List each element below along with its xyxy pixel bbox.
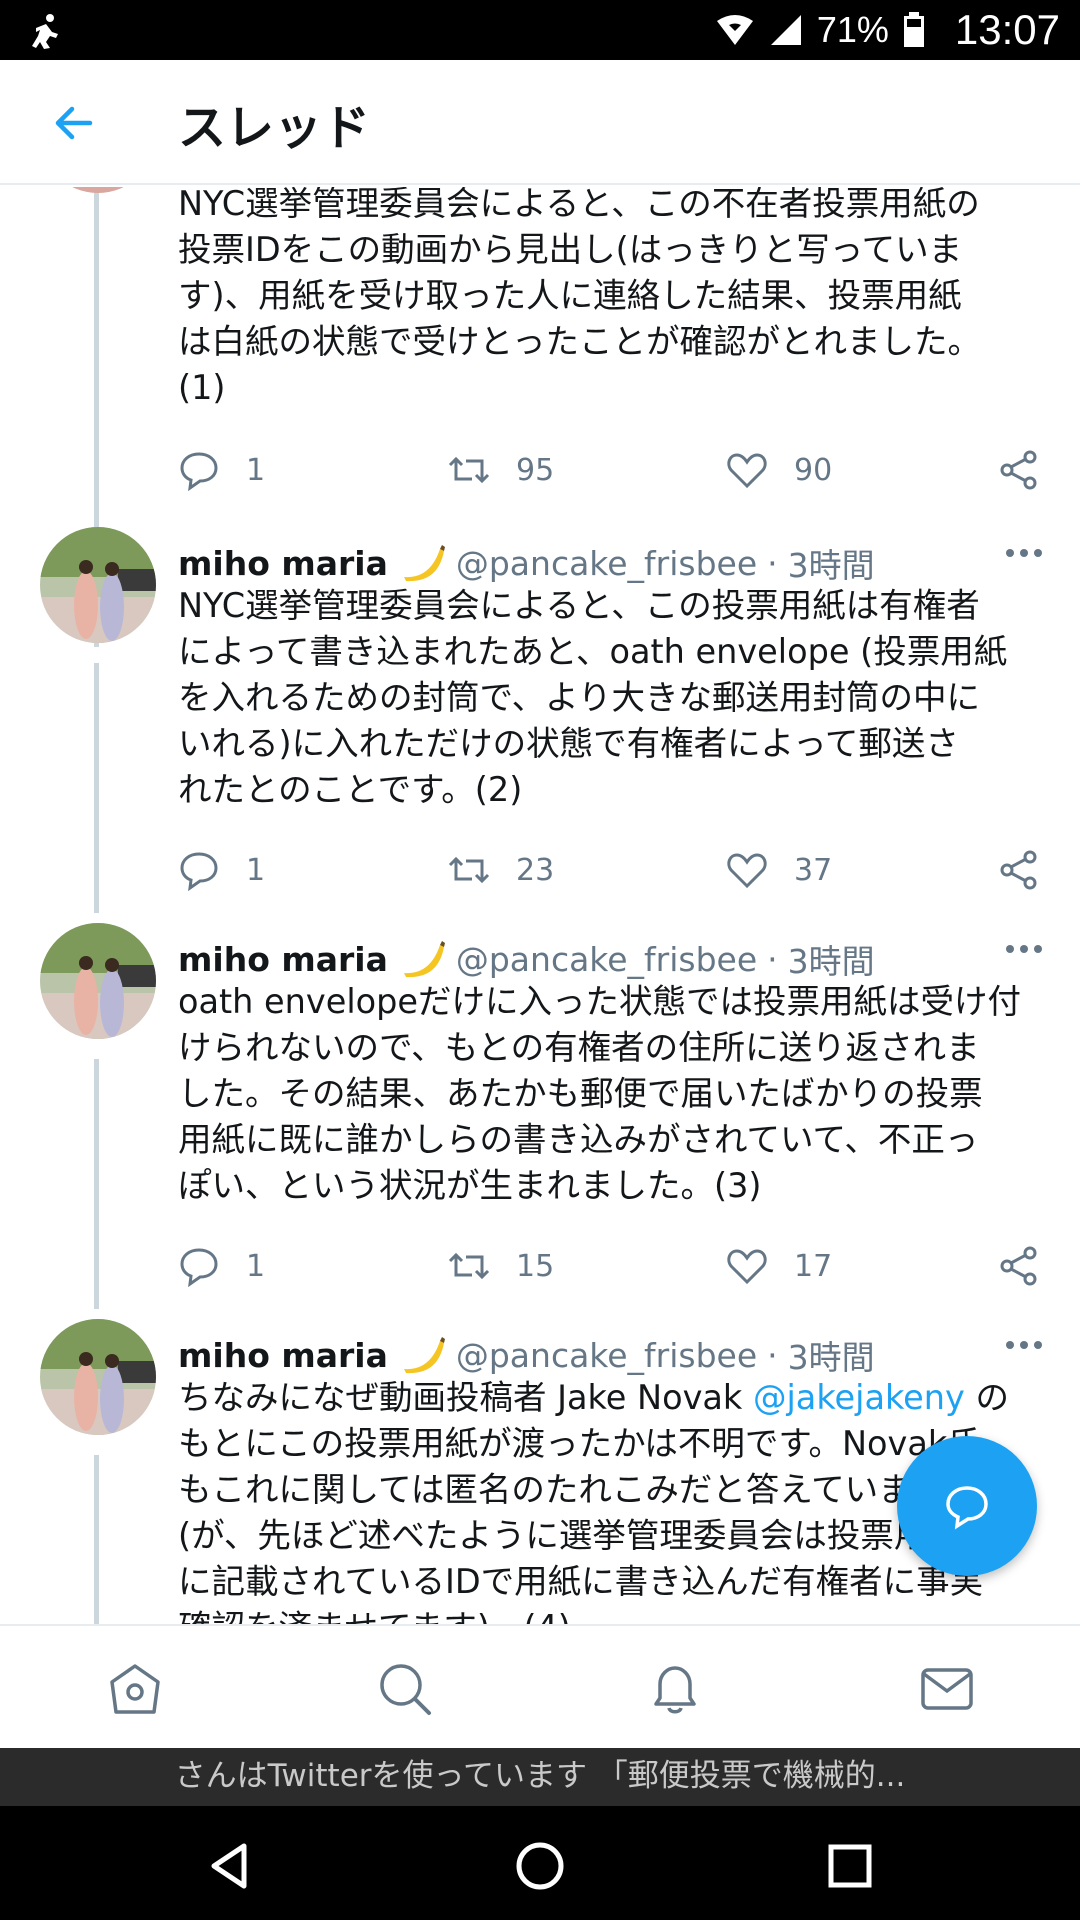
clock: 13:07 [954, 6, 1060, 53]
app-banner[interactable]: さんはTwitterを使っています 「郵便投票で機械的... [0, 1748, 1080, 1806]
avatar[interactable] [40, 1319, 156, 1435]
thread-line [94, 1059, 99, 1309]
status-indicators: 71% 13:07 [715, 0, 1060, 60]
like-button[interactable]: 90 [726, 445, 832, 495]
like-count: 17 [794, 1248, 833, 1284]
tweet-text: NYC選挙管理委員会によると、この投票用紙は有権者 によって書き込まれたあと、o… [178, 586, 1008, 809]
battery-percent: 71% [816, 9, 889, 50]
tweet-actions: 1 95 90 [178, 445, 1048, 495]
notifications-icon[interactable] [646, 1660, 704, 1718]
like-count: 37 [794, 852, 833, 888]
system-navigation [0, 1806, 1080, 1920]
banana-emoji-icon [403, 941, 445, 978]
home-circle-icon[interactable] [510, 1836, 570, 1896]
notification-icon [32, 14, 58, 49]
tweet-timestamp[interactable]: 3時間 [788, 1331, 875, 1379]
share-button[interactable] [998, 1241, 1066, 1291]
tweet-header: miho maria @pancake_frisbee · 3時間 [178, 1331, 875, 1379]
messages-icon[interactable] [918, 1660, 976, 1718]
more-options-icon[interactable] [1004, 547, 1044, 559]
retweet-icon [448, 856, 490, 884]
retweet-count: 95 [516, 452, 555, 488]
display-name[interactable]: miho maria [178, 1336, 388, 1375]
reply-icon [180, 852, 218, 891]
share-icon [1000, 850, 1037, 890]
retweet-count: 23 [516, 852, 555, 888]
tweet-timestamp[interactable]: 3時間 [788, 539, 875, 587]
back-triangle-icon[interactable] [200, 1836, 260, 1896]
tweet[interactable]: miho maria @pancake_frisbee · 3時間 oath e… [0, 923, 1080, 1319]
tweet-text: NYC選挙管理委員会によると、この不在者投票用紙の 投票IDをこの動画から見出し… [178, 187, 981, 407]
tweet-text: oath envelopeだけに入った状態では投票用紙は受け付 けられないので、… [178, 982, 1021, 1205]
share-button[interactable] [998, 445, 1066, 495]
tweet-timestamp[interactable]: 3時間 [788, 935, 875, 983]
avatar[interactable] [40, 187, 156, 193]
retweet-button[interactable]: 95 [448, 445, 554, 495]
heart-icon [727, 453, 767, 489]
like-count: 90 [794, 452, 833, 488]
reply-count: 1 [246, 452, 266, 488]
heart-icon [727, 853, 767, 889]
signal-icon [770, 15, 801, 45]
tweet-actions: 1 23 37 [178, 845, 1048, 895]
home-icon[interactable] [106, 1660, 164, 1718]
bottom-navigation [0, 1624, 1080, 1748]
tweet-actions: 1 15 17 [178, 1241, 1048, 1291]
like-button[interactable]: 17 [726, 1241, 832, 1291]
battery-icon [903, 12, 924, 47]
compose-reply-icon [946, 1486, 988, 1530]
avatar[interactable] [40, 923, 156, 1039]
compose-reply-button[interactable] [897, 1436, 1037, 1576]
thread-timeline[interactable]: NYC選挙管理委員会によると、この不在者投票用紙の 投票IDをこの動画から見出し… [0, 187, 1080, 1624]
search-icon[interactable] [376, 1660, 434, 1718]
more-options-icon[interactable] [1004, 943, 1044, 955]
retweet-button[interactable]: 23 [448, 845, 554, 895]
reply-button[interactable]: 1 [178, 845, 265, 895]
share-icon [1000, 1246, 1037, 1286]
share-icon [1000, 450, 1037, 490]
user-handle[interactable]: @pancake_frisbee [456, 940, 757, 979]
tweet-header: miho maria @pancake_frisbee · 3時間 [178, 935, 875, 983]
banana-emoji-icon [403, 545, 445, 582]
page-title: スレッド [178, 100, 371, 156]
thread-line [94, 663, 99, 913]
share-button[interactable] [998, 845, 1066, 895]
reply-icon [180, 452, 218, 491]
more-options-icon[interactable] [1004, 1339, 1044, 1351]
reply-count: 1 [246, 852, 266, 888]
retweet-icon [448, 1252, 490, 1280]
app-header: スレッド [0, 60, 1080, 185]
mention-link[interactable]: @jakejakeny [753, 1378, 965, 1417]
user-handle[interactable]: @pancake_frisbee [456, 544, 757, 583]
reply-button[interactable]: 1 [178, 1241, 265, 1291]
user-handle[interactable]: @pancake_frisbee [456, 1336, 757, 1375]
retweet-icon [448, 456, 490, 484]
tweet[interactable]: miho maria @pancake_frisbee · 3時間 NYC選挙管… [0, 527, 1080, 923]
thread-line [94, 1455, 99, 1624]
wifi-icon [716, 15, 753, 45]
status-bar: 71% 13:07 [0, 0, 1080, 60]
like-button[interactable]: 37 [726, 845, 832, 895]
reply-button[interactable]: 1 [178, 445, 265, 495]
reply-icon [180, 1248, 218, 1287]
avatar[interactable] [40, 527, 156, 643]
banana-emoji-icon [403, 1337, 445, 1374]
display-name[interactable]: miho maria [178, 544, 388, 583]
heart-icon [727, 1249, 767, 1285]
retweet-count: 15 [516, 1248, 555, 1284]
tweet-header: miho maria @pancake_frisbee · 3時間 [178, 539, 875, 587]
retweet-button[interactable]: 15 [448, 1241, 554, 1291]
recents-square-icon[interactable] [820, 1836, 880, 1896]
arrow-left-icon[interactable] [48, 98, 98, 148]
display-name[interactable]: miho maria [178, 940, 388, 979]
reply-count: 1 [246, 1248, 266, 1284]
